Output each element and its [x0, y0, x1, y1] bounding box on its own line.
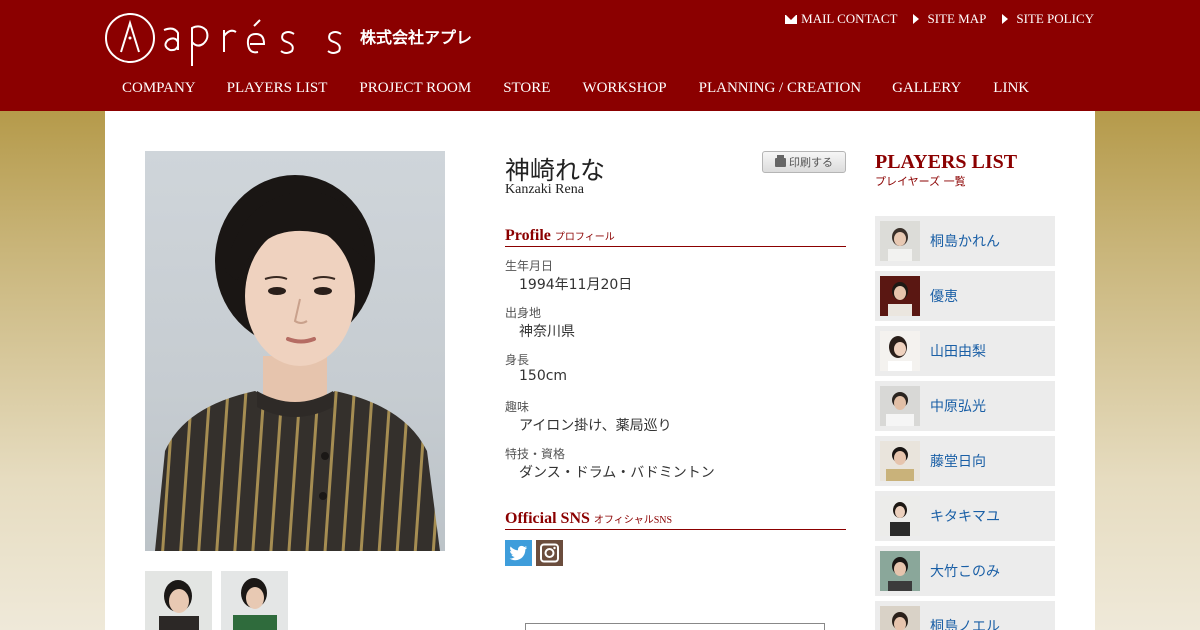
sidebar-player-item[interactable]: 優恵 — [875, 271, 1055, 321]
player-thumb — [880, 386, 920, 426]
logo[interactable] — [104, 8, 349, 68]
profile-section-heading: Profile プロフィール — [505, 227, 846, 247]
print-button-label: 印刷する — [789, 156, 833, 169]
twitter-link[interactable] — [505, 540, 532, 566]
instagram-icon — [540, 543, 559, 563]
player-thumb — [880, 221, 920, 261]
sidebar-player-item[interactable]: 中原弘光 — [875, 381, 1055, 431]
sidebar-player-item[interactable]: 桐島かれん — [875, 216, 1055, 266]
mail-icon — [785, 14, 798, 24]
player-name: 桐島ノエル — [930, 619, 1000, 630]
profile-heading-title: Profile — [505, 227, 551, 244]
profile-photo — [145, 151, 445, 551]
player-name: 桐島かれん — [930, 234, 1000, 250]
mail-contact-link[interactable]: MAIL CONTACT — [785, 11, 897, 27]
player-thumb — [880, 441, 920, 481]
site-header: 株式会社アプレ MAIL CONTACT SITE MAP SITE POLIC… — [0, 0, 1200, 111]
embedded-frame — [525, 623, 825, 630]
main-nav: COMPANY PLAYERS LIST PROJECT ROOM STORE … — [122, 80, 1029, 97]
profile-field-label: 身長 — [505, 353, 530, 367]
sns-heading-sub: オフィシャルSNS — [593, 515, 673, 526]
sidebar-subtitle: プレイヤーズ 一覧 — [875, 175, 966, 188]
profile-field-value: 1994年11月20日 — [519, 277, 633, 293]
player-name: 山田由梨 — [930, 344, 986, 360]
sidebar-player-item[interactable]: 山田由梨 — [875, 326, 1055, 376]
nav-link[interactable]: LINK — [993, 80, 1029, 97]
nav-planning-creation[interactable]: PLANNING / CREATION — [699, 80, 862, 97]
site-policy-link[interactable]: SITE POLICY — [1002, 11, 1094, 27]
utility-links: MAIL CONTACT SITE MAP SITE POLICY — [785, 11, 1094, 27]
profile-field-label: 特技・資格 — [505, 447, 566, 461]
nav-store[interactable]: STORE — [503, 80, 550, 97]
apres-logo-icon — [105, 13, 342, 66]
sidebar-player-item[interactable]: 藤堂日向 — [875, 436, 1055, 486]
content-panel: 神崎れな Kanzaki Rena 印刷する Profile プロフィール 生年月… — [105, 111, 1095, 630]
printer-icon — [775, 154, 786, 167]
profile-field-label: 趣味 — [505, 400, 530, 414]
gallery-thumb[interactable] — [221, 571, 288, 630]
player-name: 優恵 — [930, 289, 958, 305]
print-button[interactable]: 印刷する — [762, 151, 846, 173]
profile-field-value: 150cm — [519, 368, 568, 384]
player-name-en: Kanzaki Rena — [505, 182, 584, 197]
portrait-image — [155, 175, 440, 551]
sidebar-title: PLAYERS LIST — [875, 151, 1018, 173]
nav-players-list[interactable]: PLAYERS LIST — [227, 80, 328, 97]
thumb-image — [221, 571, 288, 630]
sidebar-player-item[interactable]: 桐島ノエル — [875, 601, 1055, 630]
profile-field-value: アイロン掛け、薬局巡り — [519, 418, 672, 434]
profile-field-value: ダンス・ドラム・バドミントン — [519, 465, 715, 481]
nav-workshop[interactable]: WORKSHOP — [582, 80, 666, 97]
instagram-link[interactable] — [536, 540, 563, 566]
profile-heading-sub: プロフィール — [554, 232, 615, 243]
twitter-icon — [509, 545, 527, 561]
sidebar-player-item[interactable]: キタキマユ — [875, 491, 1055, 541]
profile-field-label: 出身地 — [505, 306, 542, 320]
player-thumb — [880, 496, 920, 536]
nav-gallery[interactable]: GALLERY — [892, 80, 961, 97]
player-thumb — [880, 606, 920, 630]
player-thumb — [880, 331, 920, 371]
nav-company[interactable]: COMPANY — [122, 80, 196, 97]
site-map-label: SITE MAP — [927, 11, 987, 26]
player-thumb — [880, 276, 920, 316]
site-policy-label: SITE POLICY — [1016, 11, 1094, 26]
player-name: 藤堂日向 — [930, 454, 986, 470]
player-name: 中原弘光 — [930, 399, 986, 415]
player-name: 大竹このみ — [930, 564, 1000, 580]
mail-contact-label: MAIL CONTACT — [801, 11, 898, 26]
triangle-right-icon — [1002, 14, 1009, 24]
player-name: キタキマユ — [930, 509, 1000, 525]
player-thumb — [880, 551, 920, 591]
sidebar-player-item[interactable]: 大竹このみ — [875, 546, 1055, 596]
gallery-thumb[interactable] — [145, 571, 212, 630]
site-map-link[interactable]: SITE MAP — [913, 11, 986, 27]
sns-heading-title: Official SNS — [505, 510, 590, 527]
profile-field-value: 神奈川県 — [519, 324, 575, 340]
sns-section-heading: Official SNS オフィシャルSNS — [505, 510, 846, 530]
thumb-image — [145, 571, 212, 630]
triangle-right-icon — [913, 14, 920, 24]
profile-field-label: 生年月日 — [505, 259, 554, 273]
nav-project-room[interactable]: PROJECT ROOM — [359, 80, 471, 97]
company-name: 株式会社アプレ — [360, 28, 473, 47]
